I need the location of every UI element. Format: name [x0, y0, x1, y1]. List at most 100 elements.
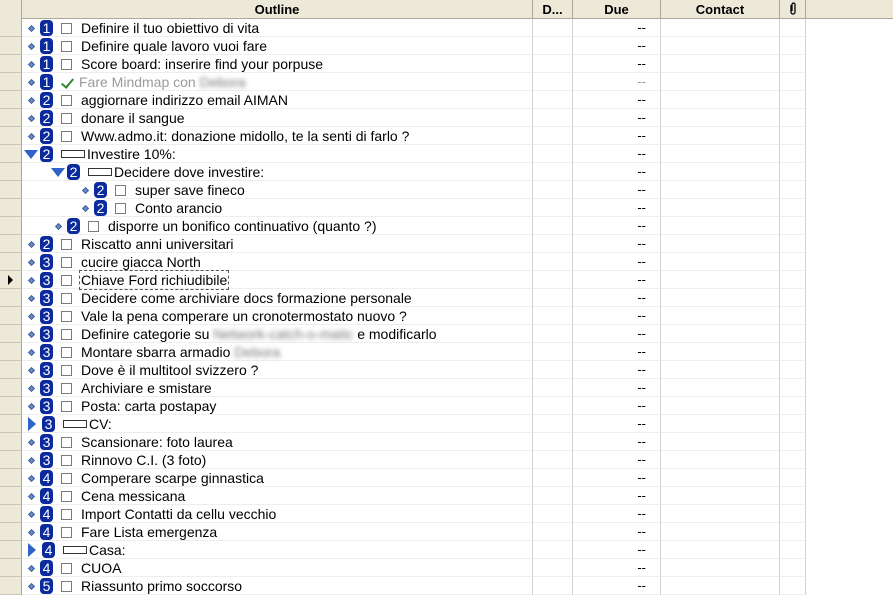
task-label[interactable]: cucire giacca North	[81, 254, 201, 270]
column-header-outline[interactable]: Outline	[22, 0, 533, 19]
task-label[interactable]: CUOA	[81, 560, 121, 576]
due-cell[interactable]: --	[573, 145, 661, 163]
priority-badge[interactable]: 3	[40, 326, 53, 342]
table-row[interactable]: 3 Vale la pena comperare un cronotermosta…	[0, 307, 893, 325]
table-row[interactable]: 3 Chiave Ford richiudibile --	[0, 270, 893, 290]
due-cell[interactable]: --	[573, 109, 661, 127]
checkbox[interactable]	[61, 238, 72, 250]
table-row[interactable]: 4 CUOA --	[0, 559, 893, 577]
due-cell[interactable]: --	[573, 379, 661, 397]
d-cell[interactable]	[533, 163, 573, 181]
task-label[interactable]: Cena messicana	[81, 488, 185, 504]
d-cell[interactable]	[533, 37, 573, 55]
contact-cell[interactable]	[661, 343, 780, 361]
priority-badge[interactable]: 3	[40, 398, 53, 414]
attachment-cell[interactable]	[780, 163, 806, 181]
attachment-cell[interactable]	[780, 73, 806, 91]
outline-cell[interactable]: 4 Casa:	[22, 541, 533, 559]
attachment-cell[interactable]	[780, 433, 806, 451]
column-header-d[interactable]: D...	[533, 0, 573, 19]
outline-cell[interactable]: 2 Decidere dove investire:	[22, 163, 533, 181]
attachment-cell[interactable]	[780, 577, 806, 595]
priority-badge[interactable]: 3	[40, 254, 53, 270]
row-selector[interactable]	[0, 91, 22, 109]
d-cell[interactable]	[533, 217, 573, 235]
priority-badge[interactable]: 2	[40, 128, 53, 144]
row-selector[interactable]	[0, 73, 22, 91]
table-row[interactable]: 4 Import Contatti da cellu vecchio --	[0, 505, 893, 523]
priority-badge[interactable]: 4	[40, 470, 53, 486]
table-row[interactable]: 3 Montare sbarra armadio Debora --	[0, 343, 893, 361]
task-label[interactable]: Casa:	[89, 542, 126, 558]
contact-cell[interactable]	[661, 307, 780, 325]
priority-badge[interactable]: 2	[94, 182, 107, 198]
checkbox[interactable]	[61, 454, 72, 466]
table-row[interactable]: 3 Definire categorie su Network-catch-o-m…	[0, 325, 893, 343]
table-row[interactable]: 3 Dove è il multitool svizzero ? --	[0, 361, 893, 379]
contact-cell[interactable]	[661, 73, 780, 91]
outline-cell[interactable]: 1 Fare Mindmap con Debora	[22, 73, 533, 91]
due-cell[interactable]: --	[573, 19, 661, 37]
table-row[interactable]: 2 Conto arancio --	[0, 199, 893, 217]
contact-cell[interactable]	[661, 109, 780, 127]
outline-cell[interactable]: 4 Import Contatti da cellu vecchio	[22, 505, 533, 523]
table-row[interactable]: 2 super save fineco --	[0, 181, 893, 199]
checkbox[interactable]	[61, 328, 72, 340]
task-label[interactable]: disporre un bonifico continuativo (quant…	[108, 218, 377, 234]
table-row[interactable]: 2 aggiornare indirizzo email AIMAN --	[0, 91, 893, 109]
contact-cell[interactable]	[661, 541, 780, 559]
checkbox[interactable]	[61, 310, 72, 322]
collapse-triangle-icon[interactable]	[51, 167, 65, 177]
priority-badge[interactable]: 2	[94, 200, 107, 216]
d-cell[interactable]	[533, 271, 573, 289]
checkbox[interactable]	[61, 508, 72, 520]
task-label[interactable]: Score board: inserire find your porpuse	[81, 56, 323, 72]
attachment-cell[interactable]	[780, 469, 806, 487]
task-label[interactable]: Vale la pena comperare un cronotermostat…	[81, 308, 407, 324]
attachment-cell[interactable]	[780, 541, 806, 559]
collapse-triangle-icon[interactable]	[24, 149, 38, 159]
due-cell[interactable]: --	[573, 397, 661, 415]
task-label[interactable]: donare il sangue	[81, 110, 185, 126]
attachment-cell[interactable]	[780, 487, 806, 505]
task-label[interactable]: aggiornare indirizzo email AIMAN	[81, 92, 288, 108]
row-selector[interactable]	[0, 451, 22, 469]
task-label[interactable]: Import Contatti da cellu vecchio	[81, 506, 276, 522]
table-row[interactable]: 3 Decidere come archiviare docs formazion…	[0, 289, 893, 307]
d-cell[interactable]	[533, 235, 573, 253]
d-cell[interactable]	[533, 19, 573, 37]
due-cell[interactable]: --	[573, 163, 661, 181]
due-cell[interactable]: --	[573, 487, 661, 505]
contact-cell[interactable]	[661, 289, 780, 307]
column-header-attachment[interactable]	[780, 0, 806, 19]
checkbox[interactable]	[61, 40, 72, 52]
table-row[interactable]: 4 Casa: --	[0, 541, 893, 559]
contact-cell[interactable]	[661, 163, 780, 181]
d-cell[interactable]	[533, 541, 573, 559]
priority-badge[interactable]: 1	[40, 74, 53, 90]
d-cell[interactable]	[533, 361, 573, 379]
due-cell[interactable]: --	[573, 253, 661, 271]
outline-cell[interactable]: 3 CV:	[22, 415, 533, 433]
outline-cell[interactable]: 2 donare il sangue	[22, 109, 533, 127]
priority-badge[interactable]: 3	[40, 380, 53, 396]
priority-badge[interactable]: 4	[42, 542, 55, 558]
checkbox[interactable]	[61, 256, 72, 268]
task-label[interactable]: Chiave Ford richiudibile	[78, 270, 230, 290]
contact-cell[interactable]	[661, 199, 780, 217]
attachment-cell[interactable]	[780, 217, 806, 235]
checkbox[interactable]	[61, 130, 72, 142]
contact-cell[interactable]	[661, 19, 780, 37]
task-label[interactable]: Riscatto anni universitari	[81, 236, 234, 252]
row-selector[interactable]	[0, 379, 22, 397]
contact-cell[interactable]	[661, 325, 780, 343]
d-cell[interactable]	[533, 523, 573, 541]
outline-cell[interactable]: 3 Decidere come archiviare docs formazion…	[22, 289, 533, 307]
d-cell[interactable]	[533, 379, 573, 397]
column-header-contact[interactable]: Contact	[661, 0, 780, 19]
due-cell[interactable]: --	[573, 55, 661, 73]
d-cell[interactable]	[533, 487, 573, 505]
d-cell[interactable]	[533, 127, 573, 145]
outline-cell[interactable]: 1 Definire quale lavoro vuoi fare	[22, 37, 533, 55]
due-cell[interactable]: --	[573, 343, 661, 361]
